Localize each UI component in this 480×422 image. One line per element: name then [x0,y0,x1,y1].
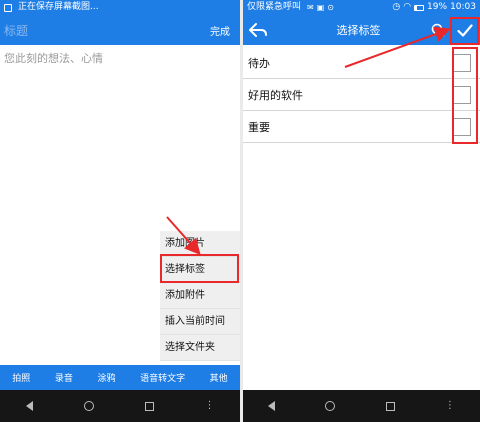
title-input[interactable]: 标题 [4,22,200,39]
tab-record[interactable]: 录音 [55,371,73,384]
menu-item-insert-time[interactable]: 插入当前时间 [160,309,240,335]
battery-icon [414,4,425,11]
sync-icon: ⊙ [327,3,334,12]
page-title: 选择标签 [336,24,381,37]
status-bar: 正在保存屏幕截图... [0,0,240,15]
note-body-input[interactable]: 您此刻的想法、心情 [4,50,103,66]
back-button[interactable] [243,15,273,45]
nav-home-icon[interactable] [325,401,336,411]
add-tag-button[interactable] [426,15,450,45]
nav-menu-icon[interactable]: ⋮ [445,401,455,411]
status-text: 正在保存屏幕截图... [18,2,99,12]
tag-row-todo[interactable]: 待办 [243,47,480,79]
tab-doodle[interactable]: 涂鸦 [97,371,115,384]
status-bar: 仅限紧急呼叫 ✉ ▣ ⊙ ◷ ◠ 19% 10:03 [243,0,480,15]
tag-toolbar: 选择标签 [243,15,480,45]
tag-label: 好用的软件 [248,88,303,102]
message-icon: ✉ [307,3,314,12]
nav-recent-icon[interactable] [144,401,154,411]
more-options-menu: 添加图片 选择标签 添加附件 插入当前时间 选择文件夹 [160,231,240,361]
tab-other[interactable]: 其他 [210,371,228,384]
menu-item-add-attachment[interactable]: 添加附件 [160,283,240,309]
done-button[interactable]: 完成 [200,23,240,38]
image-icon: ▣ [316,3,325,12]
tag-row-important[interactable]: 重要 [243,111,480,143]
nav-menu-icon[interactable]: ⋮ [205,401,215,411]
tag-label: 待办 [248,56,270,70]
note-editor-screen: 正在保存屏幕截图... 标题 完成 您此刻的想法、心情 添加图片 选择标签 添加… [0,0,240,422]
wifi-icon: ◠ [403,2,412,12]
tag-row-useful-software[interactable]: 好用的软件 [243,79,480,111]
status-right: ◷ ◠ 19% 10:03 [392,0,480,15]
notification-icons: ✉ ▣ ⊙ [307,0,334,15]
highlight-checkboxes [452,47,478,144]
carrier-text: 仅限紧急呼叫 [247,2,302,12]
editor-toolbar: 标题 完成 [0,15,240,45]
system-nav-bar: ⋮ [0,390,240,422]
battery-text: 19% [427,2,448,12]
nav-recent-icon[interactable] [385,401,395,411]
highlight-select-tag [160,254,239,283]
time-text: 10:03 [450,2,476,12]
highlight-confirm [450,17,479,45]
select-tag-screen: 仅限紧急呼叫 ✉ ▣ ⊙ ◷ ◠ 19% 10:03 选择标签 待办 好用的软件… [243,0,480,422]
tab-photo[interactable]: 拍照 [12,371,30,384]
alarm-icon: ◷ [392,2,401,12]
nav-home-icon[interactable] [83,401,94,411]
nav-back-icon[interactable] [268,401,276,411]
tab-speech-to-text[interactable]: 语音转文字 [140,371,185,384]
tag-label: 重要 [248,120,270,134]
add-tag-icon [431,23,445,37]
nav-back-icon[interactable] [25,401,33,411]
menu-item-select-folder[interactable]: 选择文件夹 [160,335,240,361]
system-nav-bar: ⋮ [243,390,480,422]
editor-bottom-bar: 拍照 录音 涂鸦 语音转文字 其他 [0,365,240,390]
screenshot-icon [4,3,12,12]
back-arrow-icon [249,23,267,37]
